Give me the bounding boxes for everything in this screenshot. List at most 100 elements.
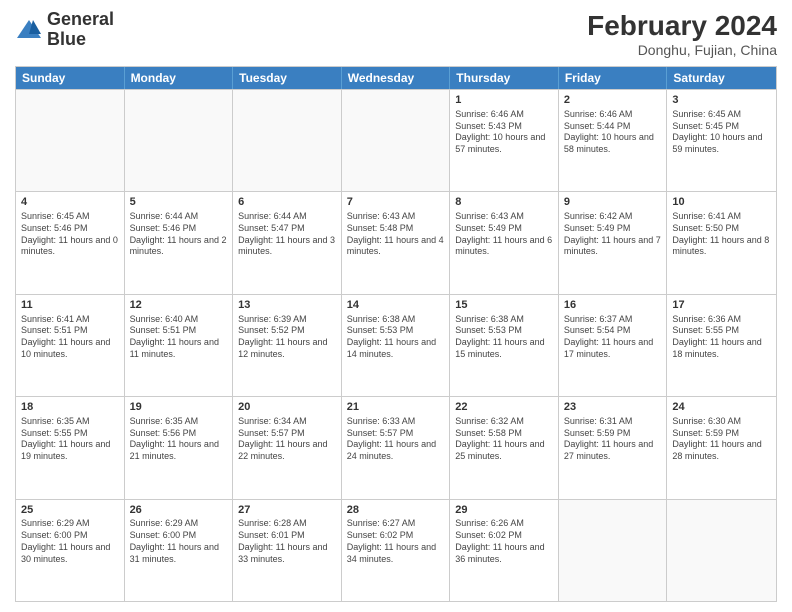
calendar-cell: 8Sunrise: 6:43 AM Sunset: 5:49 PM Daylig… [450, 192, 559, 293]
day-info: Sunrise: 6:45 AM Sunset: 5:46 PM Dayligh… [21, 211, 119, 258]
weekday-header-monday: Monday [125, 67, 234, 89]
calendar-cell: 14Sunrise: 6:38 AM Sunset: 5:53 PM Dayli… [342, 295, 451, 396]
logo-icon [15, 16, 43, 44]
calendar-cell: 7Sunrise: 6:43 AM Sunset: 5:48 PM Daylig… [342, 192, 451, 293]
day-number: 12 [130, 298, 228, 313]
day-info: Sunrise: 6:46 AM Sunset: 5:43 PM Dayligh… [455, 109, 553, 156]
calendar-cell: 4Sunrise: 6:45 AM Sunset: 5:46 PM Daylig… [16, 192, 125, 293]
calendar-cell: 3Sunrise: 6:45 AM Sunset: 5:45 PM Daylig… [667, 90, 776, 191]
calendar-cell: 13Sunrise: 6:39 AM Sunset: 5:52 PM Dayli… [233, 295, 342, 396]
day-info: Sunrise: 6:38 AM Sunset: 5:53 PM Dayligh… [347, 314, 445, 361]
calendar-row-0: 1Sunrise: 6:46 AM Sunset: 5:43 PM Daylig… [16, 89, 776, 191]
weekday-header-tuesday: Tuesday [233, 67, 342, 89]
day-info: Sunrise: 6:44 AM Sunset: 5:47 PM Dayligh… [238, 211, 336, 258]
day-number: 15 [455, 298, 553, 313]
day-number: 11 [21, 298, 119, 313]
day-number: 14 [347, 298, 445, 313]
calendar-cell: 6Sunrise: 6:44 AM Sunset: 5:47 PM Daylig… [233, 192, 342, 293]
calendar-cell [233, 90, 342, 191]
calendar-cell: 1Sunrise: 6:46 AM Sunset: 5:43 PM Daylig… [450, 90, 559, 191]
header: General Blue February 2024 Donghu, Fujia… [15, 10, 777, 58]
day-number: 1 [455, 93, 553, 108]
title-block: February 2024 Donghu, Fujian, China [587, 10, 777, 58]
day-info: Sunrise: 6:36 AM Sunset: 5:55 PM Dayligh… [672, 314, 771, 361]
day-info: Sunrise: 6:43 AM Sunset: 5:48 PM Dayligh… [347, 211, 445, 258]
calendar-cell: 5Sunrise: 6:44 AM Sunset: 5:46 PM Daylig… [125, 192, 234, 293]
day-info: Sunrise: 6:35 AM Sunset: 5:55 PM Dayligh… [21, 416, 119, 463]
logo: General Blue [15, 10, 114, 50]
day-number: 10 [672, 195, 771, 210]
day-number: 4 [21, 195, 119, 210]
calendar-cell: 17Sunrise: 6:36 AM Sunset: 5:55 PM Dayli… [667, 295, 776, 396]
day-number: 22 [455, 400, 553, 415]
calendar-cell: 27Sunrise: 6:28 AM Sunset: 6:01 PM Dayli… [233, 500, 342, 601]
day-number: 6 [238, 195, 336, 210]
day-number: 26 [130, 503, 228, 518]
location: Donghu, Fujian, China [587, 42, 777, 58]
day-info: Sunrise: 6:32 AM Sunset: 5:58 PM Dayligh… [455, 416, 553, 463]
calendar-cell: 22Sunrise: 6:32 AM Sunset: 5:58 PM Dayli… [450, 397, 559, 498]
calendar-body: 1Sunrise: 6:46 AM Sunset: 5:43 PM Daylig… [16, 89, 776, 601]
day-info: Sunrise: 6:41 AM Sunset: 5:50 PM Dayligh… [672, 211, 771, 258]
calendar-cell: 24Sunrise: 6:30 AM Sunset: 5:59 PM Dayli… [667, 397, 776, 498]
day-info: Sunrise: 6:35 AM Sunset: 5:56 PM Dayligh… [130, 416, 228, 463]
day-number: 5 [130, 195, 228, 210]
day-info: Sunrise: 6:40 AM Sunset: 5:51 PM Dayligh… [130, 314, 228, 361]
day-number: 18 [21, 400, 119, 415]
calendar-cell: 25Sunrise: 6:29 AM Sunset: 6:00 PM Dayli… [16, 500, 125, 601]
day-info: Sunrise: 6:31 AM Sunset: 5:59 PM Dayligh… [564, 416, 662, 463]
calendar-cell: 19Sunrise: 6:35 AM Sunset: 5:56 PM Dayli… [125, 397, 234, 498]
day-number: 2 [564, 93, 662, 108]
day-number: 29 [455, 503, 553, 518]
page: General Blue February 2024 Donghu, Fujia… [0, 0, 792, 612]
calendar-row-2: 11Sunrise: 6:41 AM Sunset: 5:51 PM Dayli… [16, 294, 776, 396]
calendar-cell: 2Sunrise: 6:46 AM Sunset: 5:44 PM Daylig… [559, 90, 668, 191]
day-info: Sunrise: 6:28 AM Sunset: 6:01 PM Dayligh… [238, 518, 336, 565]
day-info: Sunrise: 6:42 AM Sunset: 5:49 PM Dayligh… [564, 211, 662, 258]
calendar: SundayMondayTuesdayWednesdayThursdayFrid… [15, 66, 777, 602]
day-number: 13 [238, 298, 336, 313]
day-number: 17 [672, 298, 771, 313]
day-number: 7 [347, 195, 445, 210]
calendar-cell [559, 500, 668, 601]
day-number: 19 [130, 400, 228, 415]
calendar-cell: 11Sunrise: 6:41 AM Sunset: 5:51 PM Dayli… [16, 295, 125, 396]
day-number: 25 [21, 503, 119, 518]
calendar-cell [342, 90, 451, 191]
day-info: Sunrise: 6:37 AM Sunset: 5:54 PM Dayligh… [564, 314, 662, 361]
calendar-cell: 16Sunrise: 6:37 AM Sunset: 5:54 PM Dayli… [559, 295, 668, 396]
day-info: Sunrise: 6:43 AM Sunset: 5:49 PM Dayligh… [455, 211, 553, 258]
day-info: Sunrise: 6:34 AM Sunset: 5:57 PM Dayligh… [238, 416, 336, 463]
day-number: 27 [238, 503, 336, 518]
day-info: Sunrise: 6:41 AM Sunset: 5:51 PM Dayligh… [21, 314, 119, 361]
day-number: 3 [672, 93, 771, 108]
weekday-header-wednesday: Wednesday [342, 67, 451, 89]
day-info: Sunrise: 6:29 AM Sunset: 6:00 PM Dayligh… [130, 518, 228, 565]
calendar-header-row: SundayMondayTuesdayWednesdayThursdayFrid… [16, 67, 776, 89]
weekday-header-thursday: Thursday [450, 67, 559, 89]
day-info: Sunrise: 6:44 AM Sunset: 5:46 PM Dayligh… [130, 211, 228, 258]
calendar-row-3: 18Sunrise: 6:35 AM Sunset: 5:55 PM Dayli… [16, 396, 776, 498]
calendar-cell: 10Sunrise: 6:41 AM Sunset: 5:50 PM Dayli… [667, 192, 776, 293]
day-info: Sunrise: 6:27 AM Sunset: 6:02 PM Dayligh… [347, 518, 445, 565]
calendar-cell: 21Sunrise: 6:33 AM Sunset: 5:57 PM Dayli… [342, 397, 451, 498]
calendar-cell: 23Sunrise: 6:31 AM Sunset: 5:59 PM Dayli… [559, 397, 668, 498]
day-info: Sunrise: 6:45 AM Sunset: 5:45 PM Dayligh… [672, 109, 771, 156]
day-info: Sunrise: 6:26 AM Sunset: 6:02 PM Dayligh… [455, 518, 553, 565]
calendar-cell: 18Sunrise: 6:35 AM Sunset: 5:55 PM Dayli… [16, 397, 125, 498]
day-info: Sunrise: 6:30 AM Sunset: 5:59 PM Dayligh… [672, 416, 771, 463]
day-number: 28 [347, 503, 445, 518]
calendar-cell: 20Sunrise: 6:34 AM Sunset: 5:57 PM Dayli… [233, 397, 342, 498]
weekday-header-saturday: Saturday [667, 67, 776, 89]
calendar-cell [667, 500, 776, 601]
calendar-cell: 9Sunrise: 6:42 AM Sunset: 5:49 PM Daylig… [559, 192, 668, 293]
weekday-header-friday: Friday [559, 67, 668, 89]
weekday-header-sunday: Sunday [16, 67, 125, 89]
calendar-cell: 28Sunrise: 6:27 AM Sunset: 6:02 PM Dayli… [342, 500, 451, 601]
calendar-cell: 12Sunrise: 6:40 AM Sunset: 5:51 PM Dayli… [125, 295, 234, 396]
calendar-row-1: 4Sunrise: 6:45 AM Sunset: 5:46 PM Daylig… [16, 191, 776, 293]
day-number: 9 [564, 195, 662, 210]
day-number: 24 [672, 400, 771, 415]
day-number: 23 [564, 400, 662, 415]
day-info: Sunrise: 6:38 AM Sunset: 5:53 PM Dayligh… [455, 314, 553, 361]
